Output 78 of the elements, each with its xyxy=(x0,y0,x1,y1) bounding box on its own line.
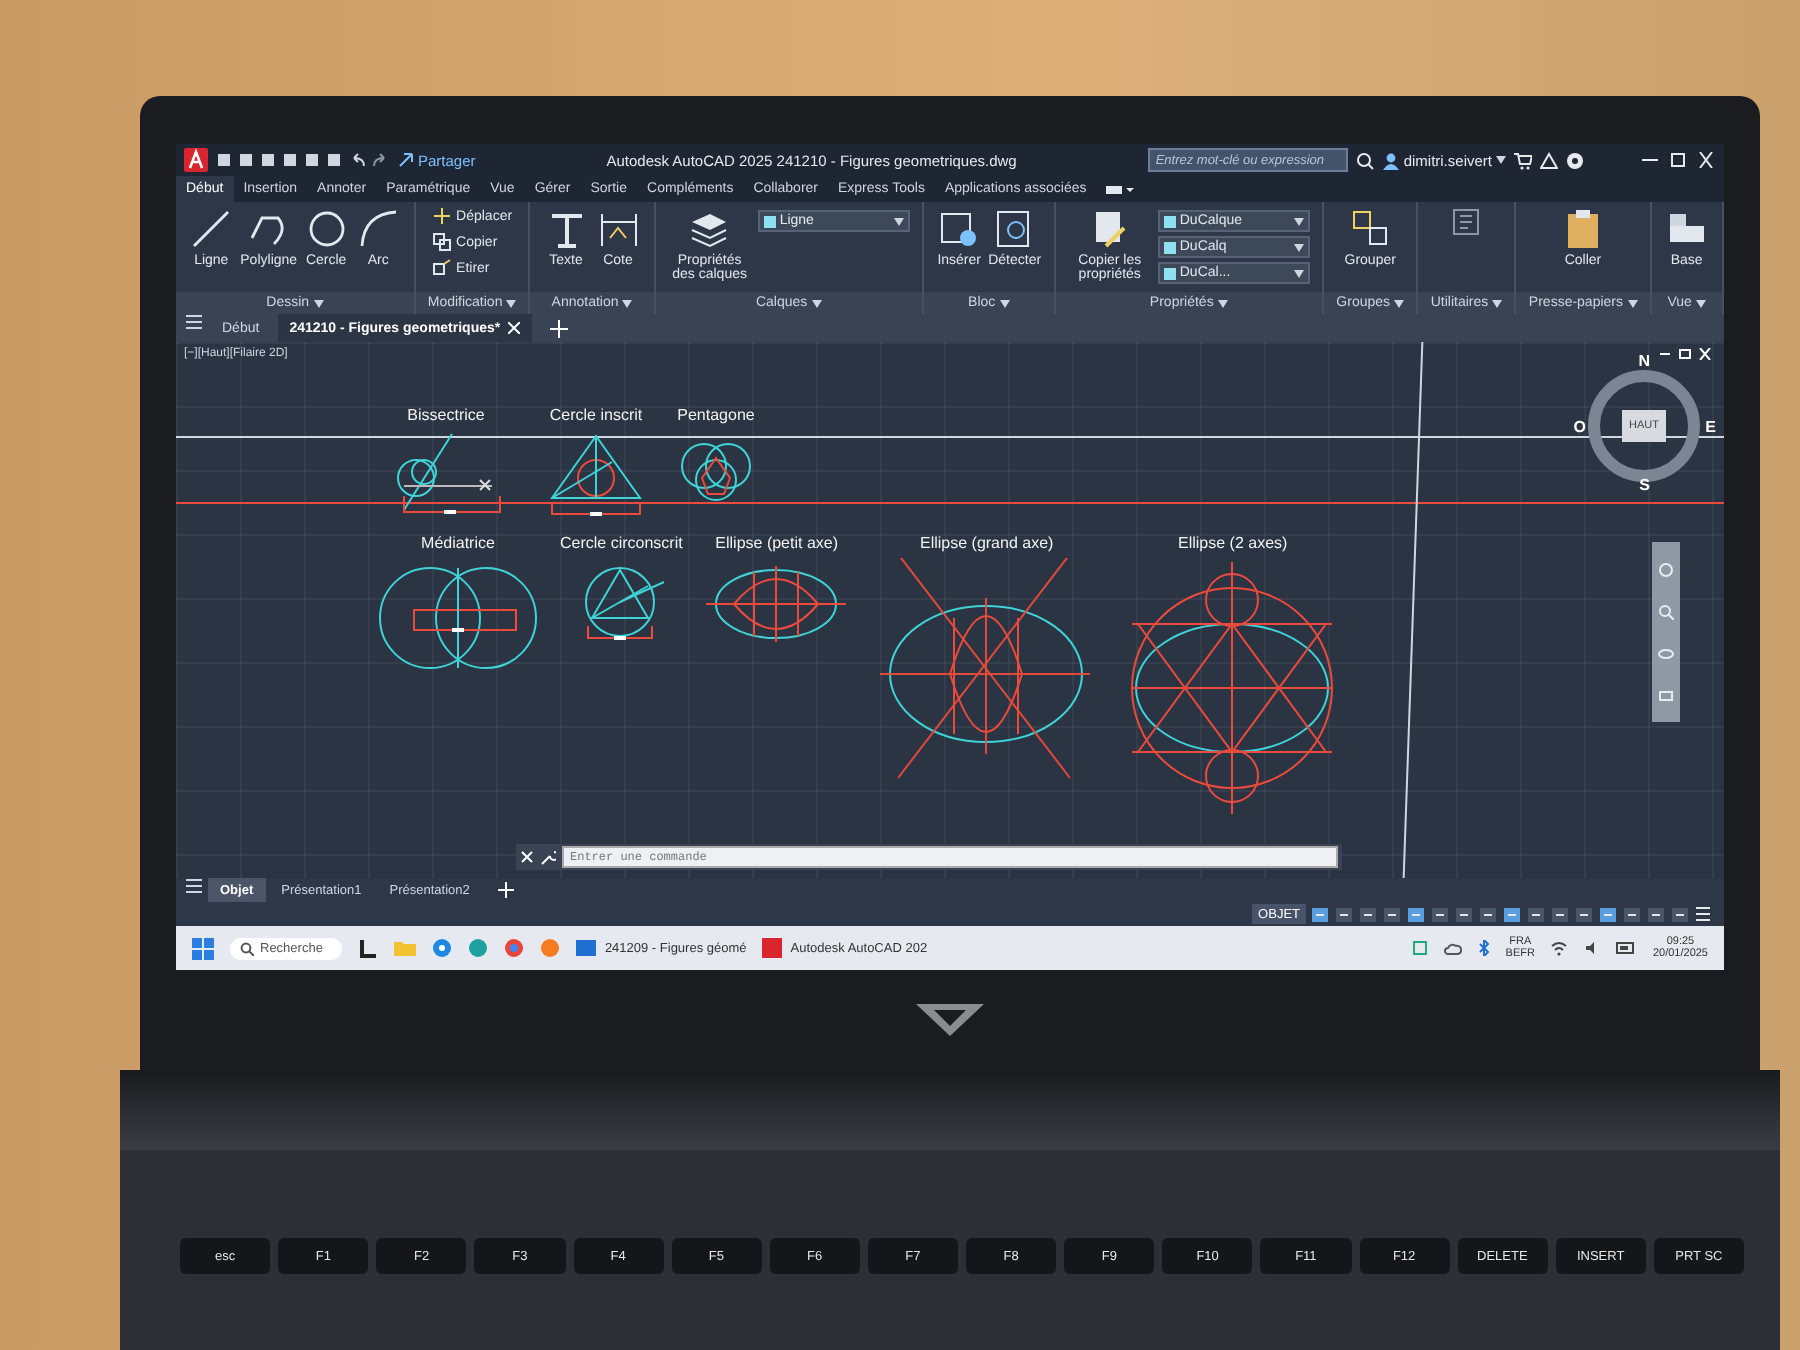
status-toggle-icon[interactable] xyxy=(1406,905,1426,923)
app-window-icon xyxy=(762,938,783,958)
undo-icon[interactable] xyxy=(348,152,366,168)
app-icon[interactable] xyxy=(358,938,379,958)
status-toggle-icon[interactable] xyxy=(1502,905,1522,923)
caret-icon[interactable] xyxy=(622,299,633,307)
figure-label: Ellipse (2 axes) xyxy=(1178,534,1288,552)
restore-icon[interactable] xyxy=(1668,152,1688,168)
status-toggle-icon[interactable] xyxy=(1382,905,1402,923)
status-toggle-icon[interactable] xyxy=(1310,905,1330,923)
measure-icon[interactable] xyxy=(1450,206,1483,238)
status-toggle-icon[interactable] xyxy=(1334,905,1354,923)
toggle-icon[interactable] xyxy=(1106,183,1135,195)
search-icon xyxy=(240,941,254,955)
caret-icon[interactable] xyxy=(999,299,1010,307)
move-icon xyxy=(432,206,453,226)
add-tab-icon[interactable] xyxy=(497,882,514,898)
caret-icon[interactable] xyxy=(313,299,324,307)
add-tab-icon[interactable] xyxy=(550,319,569,337)
triangle-logo-icon[interactable] xyxy=(1540,151,1558,169)
caret-icon[interactable] xyxy=(1293,243,1304,251)
status-toggle-icon[interactable] xyxy=(1454,905,1474,923)
figure-label: Pentagone xyxy=(677,406,755,424)
figure-label: Médiatrice xyxy=(421,534,495,552)
cart-icon[interactable] xyxy=(1514,151,1532,169)
minimize-icon[interactable] xyxy=(1658,348,1672,360)
compass-label: O xyxy=(1573,418,1586,436)
line-icon xyxy=(188,206,235,252)
search-icon[interactable] xyxy=(1355,151,1374,169)
wifi-icon[interactable] xyxy=(1550,940,1569,956)
figure-label: Cercle circonscrit xyxy=(560,534,683,552)
figure-label: Ellipse (petit axe) xyxy=(715,534,839,552)
figure-label: Cercle inscrit xyxy=(549,406,643,424)
caret-icon[interactable] xyxy=(1217,299,1228,307)
caret-icon[interactable] xyxy=(1394,299,1405,307)
start-icon[interactable] xyxy=(192,937,214,959)
status-toggle-icon[interactable] xyxy=(1598,905,1618,923)
help-icon[interactable] xyxy=(1566,151,1584,169)
menu-icon[interactable] xyxy=(184,878,204,894)
status-toggle-icon[interactable] xyxy=(1358,905,1378,923)
user-icon xyxy=(1381,151,1400,169)
stretch-icon xyxy=(432,258,453,278)
caret-icon[interactable] xyxy=(1695,299,1706,307)
arc-icon xyxy=(355,206,402,252)
chevron-logo-icon xyxy=(916,1004,984,1036)
menu-icon[interactable] xyxy=(184,314,204,330)
compass-label: N xyxy=(1638,352,1650,370)
status-toggle-icon[interactable] xyxy=(1622,905,1642,923)
bluetooth-icon[interactable] xyxy=(1477,940,1490,956)
battery-icon[interactable] xyxy=(1616,942,1637,954)
status-toggle-icon[interactable] xyxy=(1550,905,1570,923)
caret-icon[interactable] xyxy=(1496,156,1506,164)
caret-icon[interactable] xyxy=(1492,299,1503,307)
compass-label: S xyxy=(1639,476,1650,494)
redo-icon[interactable] xyxy=(372,152,390,168)
app-logo-icon[interactable] xyxy=(184,148,208,172)
menu-icon[interactable] xyxy=(1694,906,1712,922)
compass-label: E xyxy=(1705,418,1716,436)
figure-label: Ellipse (grand axe) xyxy=(919,534,1054,552)
caret-icon[interactable] xyxy=(811,299,822,307)
caret-icon[interactable] xyxy=(1293,217,1304,225)
status-toggle-icon[interactable] xyxy=(1526,905,1546,923)
figure-label: Bissectrice xyxy=(407,406,485,424)
close-icon[interactable] xyxy=(1696,152,1716,168)
app-window-icon xyxy=(576,938,597,958)
cloud-icon[interactable] xyxy=(1443,940,1462,956)
copy-icon xyxy=(432,232,453,252)
status-toggle-icon[interactable] xyxy=(1574,905,1594,923)
caret-icon[interactable] xyxy=(1293,269,1304,277)
wrench-icon[interactable] xyxy=(540,849,556,865)
status-toggle-icon[interactable] xyxy=(1646,905,1666,923)
caret-icon[interactable] xyxy=(893,217,904,225)
status-toggle-icon[interactable] xyxy=(1430,905,1450,923)
share-icon xyxy=(398,152,414,168)
status-toggle-icon[interactable] xyxy=(1670,905,1690,923)
status-toggle-icon[interactable] xyxy=(1478,905,1498,923)
caret-icon[interactable] xyxy=(506,299,517,307)
caret-icon[interactable] xyxy=(1627,299,1637,307)
